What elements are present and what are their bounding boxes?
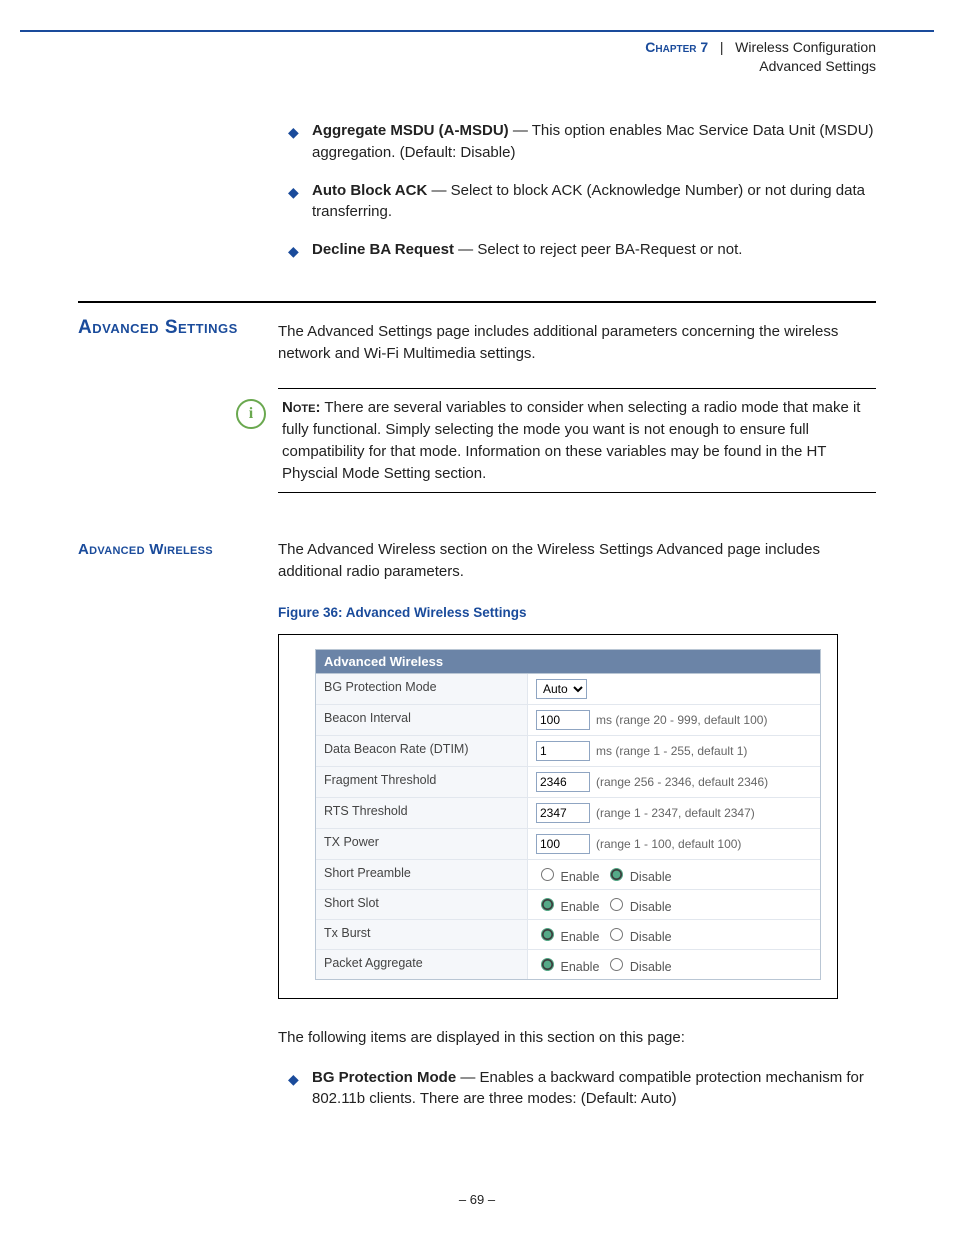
hint-text: (range 256 - 2346, default 2346) xyxy=(596,775,768,789)
table-row: Short Slot Enable Disable xyxy=(316,890,820,920)
short-preamble-disable-radio[interactable] xyxy=(610,868,623,881)
field-label: RTS Threshold xyxy=(316,798,528,828)
hint-text: (range 1 - 2347, default 2347) xyxy=(596,806,755,820)
table-row: RTS Threshold (range 1 - 2347, default 2… xyxy=(316,798,820,829)
diamond-icon: ◆ xyxy=(288,122,312,166)
list-item: ◆ BG Protection Mode — Enables a backwar… xyxy=(288,1067,876,1111)
info-icon: i xyxy=(236,399,266,429)
table-row: Data Beacon Rate (DTIM) ms (range 1 - 25… xyxy=(316,736,820,767)
table-row: BG Protection Mode Auto xyxy=(316,674,820,705)
intro-paragraph: The Advanced Settings page includes addi… xyxy=(278,321,876,365)
figure-caption: Figure 36: Advanced Wireless Settings xyxy=(278,605,876,620)
field-label: BG Protection Mode xyxy=(316,674,528,704)
bg-protection-select[interactable]: Auto xyxy=(536,679,587,699)
field-label: Fragment Threshold xyxy=(316,767,528,797)
tx-power-input[interactable] xyxy=(536,834,590,854)
short-slot-disable-radio[interactable] xyxy=(610,898,623,911)
header-subtitle: Advanced Settings xyxy=(645,57,876,76)
field-label: Tx Burst xyxy=(316,920,528,949)
subsection-text: The Advanced Wireless section on the Wir… xyxy=(278,539,876,583)
list-item: ◆ Auto Block ACK — Select to block ACK (… xyxy=(288,180,876,224)
table-row: TX Power (range 1 - 100, default 100) xyxy=(316,829,820,860)
page-header: Chapter 7 | Wireless Configuration Advan… xyxy=(645,38,876,76)
post-paragraph: The following items are displayed in thi… xyxy=(278,1027,876,1049)
packet-aggregate-enable-radio[interactable] xyxy=(541,958,554,971)
note-block: i Note: There are several variables to c… xyxy=(278,388,876,493)
hint-text: ms (range 1 - 255, default 1) xyxy=(596,744,747,758)
top-rule xyxy=(20,30,934,32)
packet-aggregate-disable-radio[interactable] xyxy=(610,958,623,971)
diamond-icon: ◆ xyxy=(288,182,312,226)
hint-text: (range 1 - 100, default 100) xyxy=(596,837,741,851)
beacon-interval-input[interactable] xyxy=(536,710,590,730)
subsection-heading: Advanced Wireless xyxy=(78,539,278,583)
short-preamble-enable-radio[interactable] xyxy=(541,868,554,881)
header-title: Wireless Configuration xyxy=(735,39,876,55)
field-label: TX Power xyxy=(316,829,528,859)
tx-burst-disable-radio[interactable] xyxy=(610,928,623,941)
dtim-input[interactable] xyxy=(536,741,590,761)
table-row: Short Preamble Enable Disable xyxy=(316,860,820,890)
table-row: Beacon Interval ms (range 20 - 999, defa… xyxy=(316,705,820,736)
chapter-label: Chapter 7 xyxy=(645,39,708,55)
hint-text: ms (range 20 - 999, default 100) xyxy=(596,713,767,727)
note-label: Note: xyxy=(282,399,320,416)
field-label: Data Beacon Rate (DTIM) xyxy=(316,736,528,766)
field-label: Packet Aggregate xyxy=(316,950,528,979)
panel-title: Advanced Wireless xyxy=(316,650,820,674)
page-number: – 69 – xyxy=(0,1192,954,1207)
short-slot-enable-radio[interactable] xyxy=(541,898,554,911)
table-row: Tx Burst Enable Disable xyxy=(316,920,820,950)
diamond-icon: ◆ xyxy=(288,241,312,263)
table-row: Fragment Threshold (range 256 - 2346, de… xyxy=(316,767,820,798)
field-label: Beacon Interval xyxy=(316,705,528,735)
settings-screenshot: Advanced Wireless BG Protection Mode Aut… xyxy=(278,634,838,999)
rts-threshold-input[interactable] xyxy=(536,803,590,823)
header-sep: | xyxy=(712,39,731,55)
table-row: Packet Aggregate Enable Disable xyxy=(316,950,820,979)
section-rule xyxy=(78,301,876,303)
tx-burst-enable-radio[interactable] xyxy=(541,928,554,941)
top-bullet-list: ◆ Aggregate MSDU (A-MSDU) — This option … xyxy=(288,120,876,261)
list-item: ◆ Decline BA Request — Select to reject … xyxy=(288,239,876,261)
fragment-threshold-input[interactable] xyxy=(536,772,590,792)
field-label: Short Slot xyxy=(316,890,528,919)
list-item: ◆ Aggregate MSDU (A-MSDU) — This option … xyxy=(288,120,876,164)
field-label: Short Preamble xyxy=(316,860,528,889)
bottom-bullet-list: ◆ BG Protection Mode — Enables a backwar… xyxy=(288,1067,876,1111)
note-text: There are several variables to consider … xyxy=(282,399,860,481)
diamond-icon: ◆ xyxy=(288,1069,312,1113)
